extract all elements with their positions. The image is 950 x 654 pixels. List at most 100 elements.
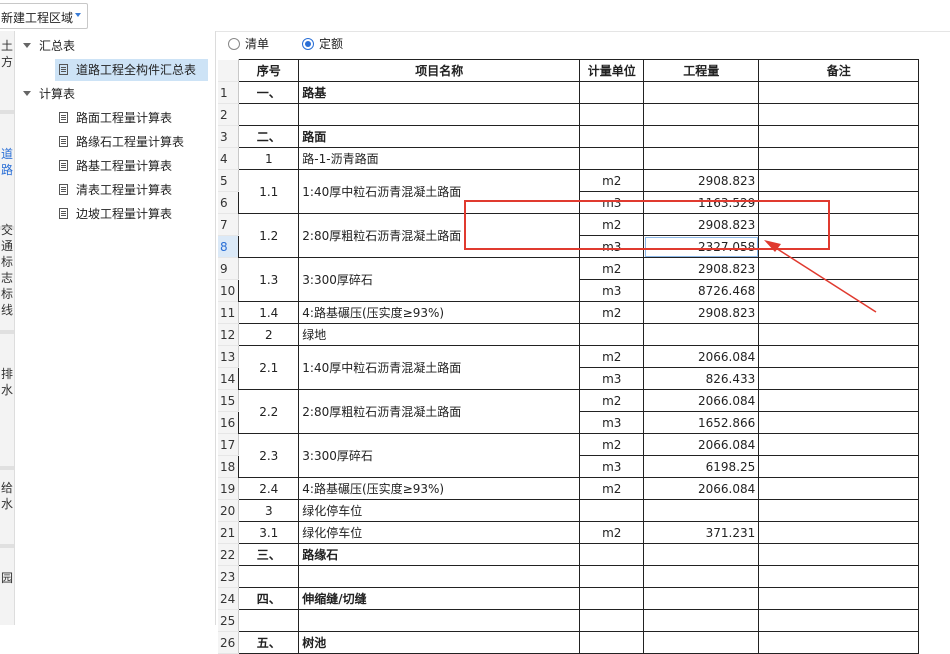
- cell-name[interactable]: 伸缩缝/切缝: [298, 587, 581, 610]
- cell-seq[interactable]: 1.1: [238, 169, 300, 214]
- cell-unit[interactable]: m3: [579, 367, 645, 390]
- side-tab[interactable]: 道路: [0, 146, 14, 178]
- cell-remark[interactable]: [758, 125, 920, 148]
- cell-qty[interactable]: 2066.084: [643, 345, 760, 368]
- cell-remark[interactable]: [758, 323, 920, 346]
- cell-remark[interactable]: [758, 587, 920, 610]
- cell-remark[interactable]: [758, 345, 920, 368]
- cell-seq[interactable]: 一、: [238, 81, 300, 104]
- tree-group[interactable]: 计算表: [23, 83, 75, 105]
- cell-name[interactable]: 绿化停车位: [298, 499, 581, 522]
- cell-qty[interactable]: [643, 81, 760, 104]
- cell-seq[interactable]: 1.2: [238, 213, 300, 258]
- cell-remark[interactable]: [758, 279, 920, 302]
- cell-seq[interactable]: 三、: [238, 543, 300, 566]
- cell-unit[interactable]: [579, 323, 645, 346]
- cell-qty[interactable]: 2908.823: [643, 301, 760, 324]
- cell-qty[interactable]: [643, 631, 760, 654]
- cell-seq[interactable]: 2.1: [238, 345, 300, 390]
- cell-remark[interactable]: [758, 389, 920, 412]
- cell-name[interactable]: 路-1-沥青路面: [298, 147, 581, 170]
- side-tab[interactable]: 排水: [0, 366, 14, 398]
- cell-qty[interactable]: 1652.866: [643, 411, 760, 434]
- cell-seq[interactable]: [238, 103, 300, 126]
- cell-qty[interactable]: [643, 609, 760, 632]
- cell-unit[interactable]: m2: [579, 433, 645, 456]
- radio-bill[interactable]: 清单: [228, 36, 269, 52]
- tree-item[interactable]: 边坡工程量计算表: [55, 203, 184, 225]
- row-number[interactable]: 4: [218, 147, 240, 170]
- row-number[interactable]: 9: [218, 257, 240, 280]
- cell-name[interactable]: 路缘石: [298, 543, 581, 566]
- cell-name[interactable]: 树池: [298, 631, 581, 654]
- region-dropdown[interactable]: 新建工程区域: [0, 3, 88, 29]
- cell-name[interactable]: 3:300厚碎石: [298, 433, 581, 478]
- cell-seq[interactable]: 2.2: [238, 389, 300, 434]
- cell-name[interactable]: 1:40厚中粒石沥青混凝土路面: [298, 345, 581, 390]
- cell-name[interactable]: [298, 609, 581, 632]
- cell-unit[interactable]: [579, 565, 645, 588]
- cell-name[interactable]: 绿化停车位: [298, 521, 581, 544]
- cell-unit[interactable]: m2: [579, 345, 645, 368]
- row-number[interactable]: 2: [218, 103, 240, 126]
- column-header-remark[interactable]: 备注: [758, 59, 920, 82]
- cell-seq[interactable]: 2.3: [238, 433, 300, 478]
- cell-name[interactable]: 路面: [298, 125, 581, 148]
- cell-remark[interactable]: [758, 367, 920, 390]
- cell-unit[interactable]: m2: [579, 477, 645, 500]
- row-number[interactable]: 22: [218, 543, 240, 566]
- cell-unit[interactable]: [579, 81, 645, 104]
- cell-qty[interactable]: 2908.823: [643, 169, 760, 192]
- row-number[interactable]: 13: [218, 345, 240, 368]
- cell-remark[interactable]: [758, 499, 920, 522]
- cell-seq[interactable]: [238, 565, 300, 588]
- cell-remark[interactable]: [758, 169, 920, 192]
- tree-item[interactable]: 路缘石工程量计算表: [55, 131, 196, 153]
- cell-remark[interactable]: [758, 103, 920, 126]
- cell-qty[interactable]: 2908.823: [643, 257, 760, 280]
- cell-seq[interactable]: 1: [238, 147, 300, 170]
- cell-unit[interactable]: [579, 147, 645, 170]
- cell-unit[interactable]: [579, 103, 645, 126]
- row-number[interactable]: 11: [218, 301, 240, 324]
- row-number[interactable]: 23: [218, 565, 240, 588]
- tree-item[interactable]: 道路工程全构件汇总表: [55, 59, 209, 81]
- column-header-seq[interactable]: 序号: [238, 59, 300, 82]
- cell-seq[interactable]: 二、: [238, 125, 300, 148]
- side-tab[interactable]: 园: [0, 570, 14, 586]
- cell-qty[interactable]: 8726.468: [643, 279, 760, 302]
- cell-qty[interactable]: 2066.084: [643, 433, 760, 456]
- cell-name[interactable]: 2:80厚粗粒石沥青混凝土路面: [298, 389, 581, 434]
- cell-unit[interactable]: [579, 609, 645, 632]
- row-number[interactable]: 20: [218, 499, 240, 522]
- cell-qty[interactable]: 6198.25: [643, 455, 760, 478]
- cell-seq[interactable]: 四、: [238, 587, 300, 610]
- column-header-qty[interactable]: 工程量: [643, 59, 760, 82]
- column-header-unit[interactable]: 计量单位: [579, 59, 645, 82]
- side-tab[interactable]: 交通标志标线: [0, 222, 14, 318]
- row-number[interactable]: 3: [218, 125, 240, 148]
- cell-seq[interactable]: 2: [238, 323, 300, 346]
- cell-remark[interactable]: [758, 477, 920, 500]
- cell-remark[interactable]: [758, 565, 920, 588]
- cell-seq[interactable]: 3.1: [238, 521, 300, 544]
- row-number[interactable]: 26: [218, 631, 240, 654]
- cell-qty[interactable]: [643, 125, 760, 148]
- cell-remark[interactable]: [758, 609, 920, 632]
- tree-item[interactable]: 清表工程量计算表: [55, 179, 184, 201]
- cell-qty[interactable]: [643, 147, 760, 170]
- cell-unit[interactable]: m3: [579, 279, 645, 302]
- row-number[interactable]: 18: [218, 455, 240, 478]
- cell-seq[interactable]: 2.4: [238, 477, 300, 500]
- cell-remark[interactable]: [758, 257, 920, 280]
- radio-quota[interactable]: 定额: [302, 36, 343, 52]
- cell-qty[interactable]: 2066.084: [643, 389, 760, 412]
- side-tab[interactable]: 土方: [0, 38, 14, 70]
- row-number[interactable]: 17: [218, 433, 240, 456]
- row-number[interactable]: 15: [218, 389, 240, 412]
- cell-unit[interactable]: m3: [579, 411, 645, 434]
- cell-name[interactable]: 4:路基碾压(压实度≥93%): [298, 301, 581, 324]
- row-number[interactable]: 19: [218, 477, 240, 500]
- cell-unit[interactable]: [579, 587, 645, 610]
- column-header-name[interactable]: 项目名称: [298, 59, 581, 82]
